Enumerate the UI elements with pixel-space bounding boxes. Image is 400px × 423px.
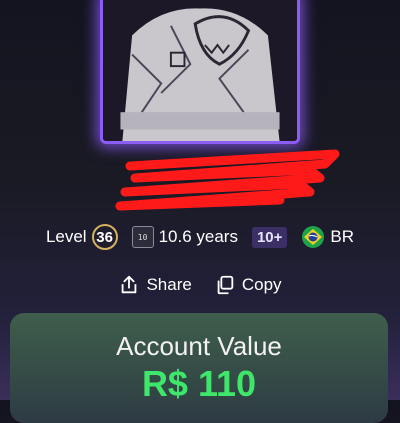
level-badge: 36 [91, 224, 118, 250]
redacted-username [115, 149, 340, 211]
account-value-card: Account Value R$ 110 [10, 313, 388, 423]
account-value-title: Account Value [116, 331, 282, 361]
brazil-flag-icon [302, 226, 325, 248]
share-label: Share [146, 275, 192, 294]
account-age-text: 10.6 years [158, 227, 238, 246]
country-stat: BR [301, 225, 354, 249]
profile-avatar-image [103, 0, 297, 141]
rank-stat: 10+ [251, 226, 288, 248]
country-code: BR [330, 227, 355, 246]
rank-badge: 10+ [251, 226, 288, 248]
level-stat: Level 36 [46, 224, 118, 250]
copy-label: Copy [241, 275, 282, 294]
copy-icon [217, 275, 234, 295]
share-icon [122, 275, 137, 294]
profile-avatar-frame [100, 0, 300, 144]
profile-stats-row: Level 36 10 10.6 years 10+ BR [0, 220, 400, 254]
copy-button[interactable]: Copy [214, 274, 282, 296]
share-button[interactable]: Share [118, 274, 192, 296]
level-label: Level [45, 227, 87, 246]
account-value-amount: R$ 110 [141, 363, 257, 404]
profile-actions-row: Share Copy [0, 268, 400, 302]
calendar-icon: 10 [131, 226, 154, 248]
account-age-stat: 10 10.6 years [131, 226, 238, 248]
